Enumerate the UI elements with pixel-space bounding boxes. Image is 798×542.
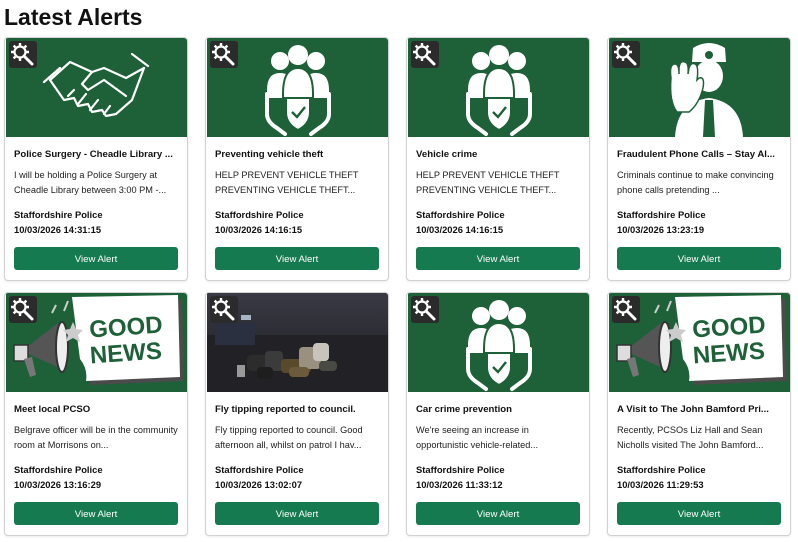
alert-summary: HELP PREVENT VEHICLE THEFT PREVENTING VE… [215, 170, 359, 195]
alert-datetime: 10/03/2026 13:23:19 [617, 224, 705, 235]
search-settings-icon [413, 298, 436, 321]
alert-source: Staffordshire Police [14, 464, 103, 475]
view-alert-button[interactable]: View Alert [617, 502, 781, 525]
search-settings-icon [212, 43, 235, 66]
alert-card: Preventing vehicle theft HELP PREVENT VEH… [205, 37, 389, 281]
alert-source: Staffordshire Police [617, 464, 706, 475]
handshake-icon[interactable] [6, 38, 187, 137]
alert-source: Staffordshire Police [14, 209, 103, 220]
alert-source: Staffordshire Police [617, 209, 706, 220]
view-alert-button[interactable]: View Alert [14, 247, 178, 270]
alert-summary: I will be holding a Police Surgery at Ch… [14, 170, 167, 195]
view-alert-button[interactable]: View Alert [416, 502, 580, 525]
view-alert-button[interactable]: View Alert [416, 247, 580, 270]
alert-type-badge [9, 41, 37, 68]
alert-title[interactable]: Preventing vehicle theft [215, 149, 381, 160]
alerts-grid: Police Surgery - Cheadle Library ... I wi… [4, 37, 791, 536]
alert-card: Car crime prevention We're seeing an incr… [406, 292, 590, 536]
good-news-megaphone[interactable]: GOOD NEWS [6, 293, 187, 392]
alert-title[interactable]: A Visit to The John Bamford Pri... [617, 404, 783, 415]
alert-datetime: 10/03/2026 14:16:15 [416, 224, 504, 235]
alert-summary: Criminals continue to make convincing ph… [617, 170, 774, 195]
alert-datetime: 10/03/2026 14:31:15 [14, 224, 102, 235]
alert-summary: Recently, PCSOs Liz Hall and Sean Nichol… [617, 425, 764, 450]
alert-datetime: 10/03/2026 14:16:15 [215, 224, 303, 235]
alert-title[interactable]: Vehicle crime [416, 149, 582, 160]
alert-type-badge [411, 296, 439, 323]
alert-datetime: 10/03/2026 11:33:12 [416, 479, 503, 490]
alert-summary: HELP PREVENT VEHICLE THEFT PREVENTING VE… [416, 170, 560, 195]
alert-title[interactable]: Meet local PCSO [14, 404, 180, 415]
alert-type-badge [411, 41, 439, 68]
protected-community-icon[interactable] [207, 38, 388, 137]
search-settings-icon [212, 298, 235, 321]
alert-summary: Belgrave officer will be in the communit… [14, 425, 178, 450]
page-title: Latest Alerts [4, 4, 143, 30]
alert-type-badge [612, 41, 640, 68]
alert-source: Staffordshire Police [416, 209, 505, 220]
alert-title[interactable]: Car crime prevention [416, 404, 582, 415]
alert-datetime: 10/03/2026 11:29:53 [617, 479, 704, 490]
good-news-text-bottom: NEWS [89, 338, 163, 370]
alert-type-badge [612, 296, 640, 323]
alert-datetime: 10/03/2026 13:02:07 [215, 479, 303, 490]
protected-community-icon[interactable] [408, 38, 589, 137]
search-settings-icon [413, 43, 436, 66]
protected-community-icon[interactable] [408, 293, 589, 392]
alert-summary: We're seeing an increase in opportunisti… [416, 425, 539, 450]
alert-title[interactable]: Police Surgery - Cheadle Library ... [14, 149, 180, 160]
alert-title[interactable]: Fly tipping reported to council. [215, 404, 381, 415]
view-alert-button[interactable]: View Alert [215, 502, 379, 525]
alert-type-badge [210, 296, 238, 323]
alert-card: Fraudulent Phone Calls – Stay Al... Crimi… [607, 37, 791, 281]
fly-tipping-photo[interactable] [207, 293, 388, 392]
view-alert-button[interactable]: View Alert [215, 247, 379, 270]
search-settings-icon [614, 298, 637, 321]
alert-card: Police Surgery - Cheadle Library ... I wi… [4, 37, 188, 281]
alert-source: Staffordshire Police [215, 464, 304, 475]
alert-datetime: 10/03/2026 13:16:29 [14, 479, 102, 490]
view-alert-button[interactable]: View Alert [617, 247, 781, 270]
alert-source: Staffordshire Police [215, 209, 304, 220]
good-news-megaphone[interactable]: GOOD NEWS [609, 293, 790, 392]
alert-card: Fly tipping reported to council. Fly tipp… [205, 292, 389, 536]
alert-card: GOOD NEWS Meet local PCSO Belgrave officer … [4, 292, 188, 536]
alert-title[interactable]: Fraudulent Phone Calls – Stay Al... [617, 149, 783, 160]
good-news-text-bottom: NEWS [692, 338, 766, 370]
view-alert-button[interactable]: View Alert [14, 502, 178, 525]
alert-type-badge [210, 41, 238, 68]
search-settings-icon [11, 298, 34, 321]
search-settings-icon [614, 43, 637, 66]
alert-source: Staffordshire Police [416, 464, 505, 475]
police-officer-stop-icon[interactable] [609, 38, 790, 137]
alert-card: Vehicle crime HELP PREVENT VEHICLE THEFT … [406, 37, 590, 281]
search-settings-icon [11, 43, 34, 66]
alert-type-badge [9, 296, 37, 323]
alert-summary: Fly tipping reported to council. Good af… [215, 425, 363, 450]
alert-card: GOOD NEWS A Visit to The John Bamford Pri.… [607, 292, 791, 536]
